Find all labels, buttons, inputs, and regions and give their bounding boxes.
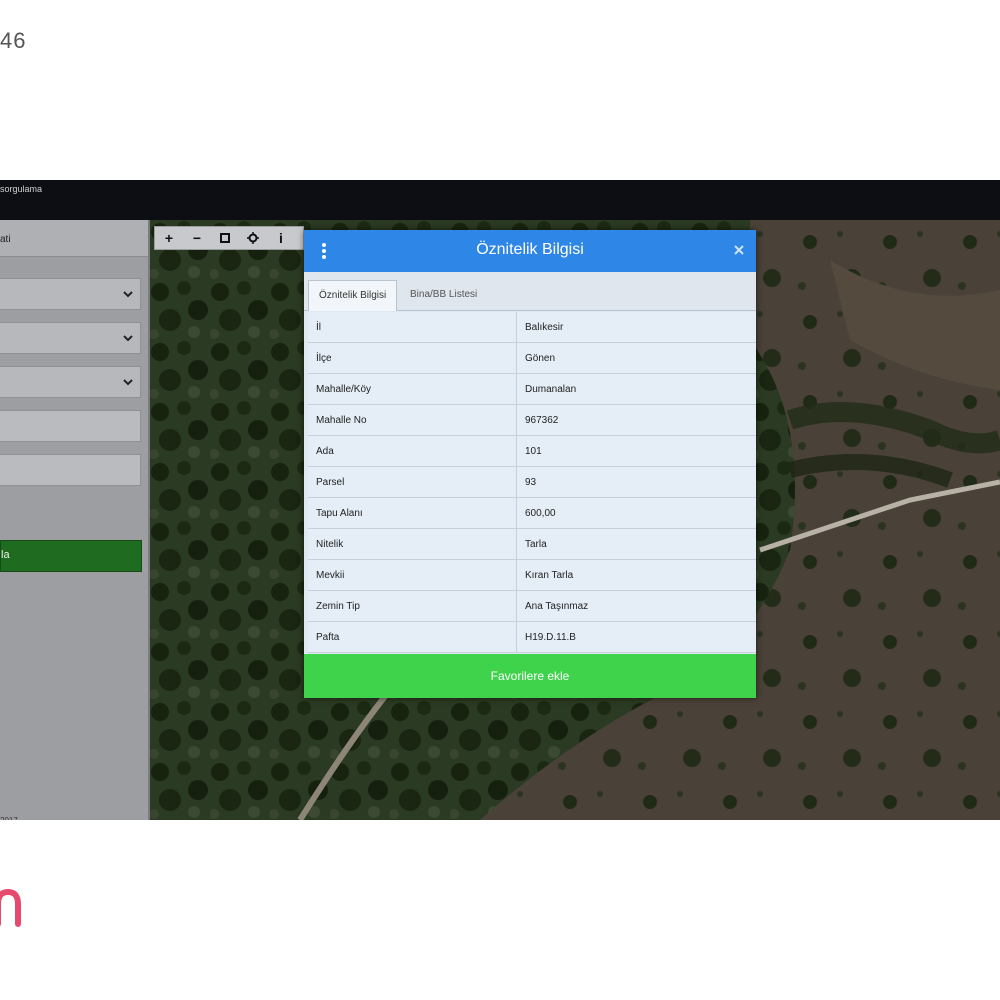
table-row: Tapu Alanı 600,00 [308,497,756,529]
block-input[interactable] [0,410,141,442]
attribute-key: Mahalle No [308,404,517,436]
table-row: Nitelik Tarla [308,528,756,560]
app-window: sorgulama ati la 2017 [0,180,1000,820]
table-row: Ada 101 [308,435,756,467]
info-button[interactable]: i [267,227,295,249]
province-select[interactable] [0,278,141,310]
tab-building-list[interactable]: Bina/BB Listesi [400,280,487,310]
zoom-in-icon: + [164,230,174,246]
attribute-key: Mevkii [308,559,517,591]
chevron-down-icon [123,335,133,342]
attribute-table: İl Balıkesir İlçe Gönen Mahalle/Köy Dumanalan… [308,312,756,653]
locate-button[interactable] [239,227,267,249]
query-button-label: la [1,549,10,561]
square-icon [220,233,230,243]
attribute-value: Dumanalan [516,373,756,405]
full-extent-button[interactable] [211,227,239,249]
table-row: Mevkii Kıran Tarla [308,559,756,591]
attribute-value: Kıran Tarla [516,559,756,591]
attribute-dialog: Öznitelik Bilgisi Öznitelik Bilgisi Bina… [304,230,756,698]
title-bar: sorgulama [0,180,1000,220]
close-icon[interactable] [732,243,746,257]
chevron-down-icon [123,379,133,386]
attribute-value: Ana Taşınmaz [516,590,756,622]
attribute-key: Mahalle/Köy [308,373,517,405]
attribute-key: Pafta [308,621,517,653]
tab-attribute-info[interactable]: Öznitelik Bilgisi [308,280,398,311]
neighborhood-select[interactable] [0,366,141,398]
attribute-key: Tapu Alanı [308,497,517,529]
table-row: Mahalle No 967362 [308,404,756,436]
app-title: sorgulama [0,184,43,194]
locate-icon [247,232,259,244]
add-to-favorites-button[interactable]: Favorilere ekle [304,654,756,698]
dialog-header: Öznitelik Bilgisi [304,230,756,272]
sidebar-header: ati [0,220,148,257]
attribute-value: 600,00 [516,497,756,529]
parcel-input[interactable] [0,454,141,486]
sidebar-header-label: ati [0,234,11,245]
query-button[interactable]: la [0,540,142,572]
attribute-value: Balıkesir [516,312,756,343]
sidebar-footer: 2017 [0,816,18,820]
attribute-value: 93 [516,466,756,498]
attribute-value: H19.D.11.B [516,621,756,653]
table-row: Pafta H19.D.11.B [308,621,756,653]
attribute-key: Ada [308,435,517,467]
district-select[interactable] [0,322,141,354]
map-toolbar: + − i [154,226,304,250]
sidebar: ati la 2017 [0,220,150,820]
dialog-title: Öznitelik Bilgisi [476,241,584,258]
zoom-in-button[interactable]: + [155,227,183,249]
dialog-tabs: Öznitelik Bilgisi Bina/BB Listesi [304,272,756,311]
attribute-value: 101 [516,435,756,467]
attribute-value: Gönen [516,342,756,374]
zoom-out-button[interactable]: − [183,227,211,249]
attribute-value: 967362 [516,404,756,436]
info-icon: i [279,230,283,246]
table-row: İl Balıkesir [308,312,756,343]
brand-logo-icon [0,888,21,927]
chevron-down-icon [123,291,133,298]
attribute-key: İl [308,312,517,343]
attribute-key: Parsel [308,466,517,498]
attribute-value: Tarla [516,528,756,560]
attribute-key: Zemin Tip [308,590,517,622]
attribute-key: İlçe [308,342,517,374]
top-text: 46 [0,28,27,53]
zoom-out-icon: − [192,230,202,246]
table-row: İlçe Gönen [308,342,756,374]
table-row: Zemin Tip Ana Taşınmaz [308,590,756,622]
table-row: Parsel 93 [308,466,756,498]
attribute-key: Nitelik [308,528,517,560]
table-row: Mahalle/Köy Dumanalan [308,373,756,405]
